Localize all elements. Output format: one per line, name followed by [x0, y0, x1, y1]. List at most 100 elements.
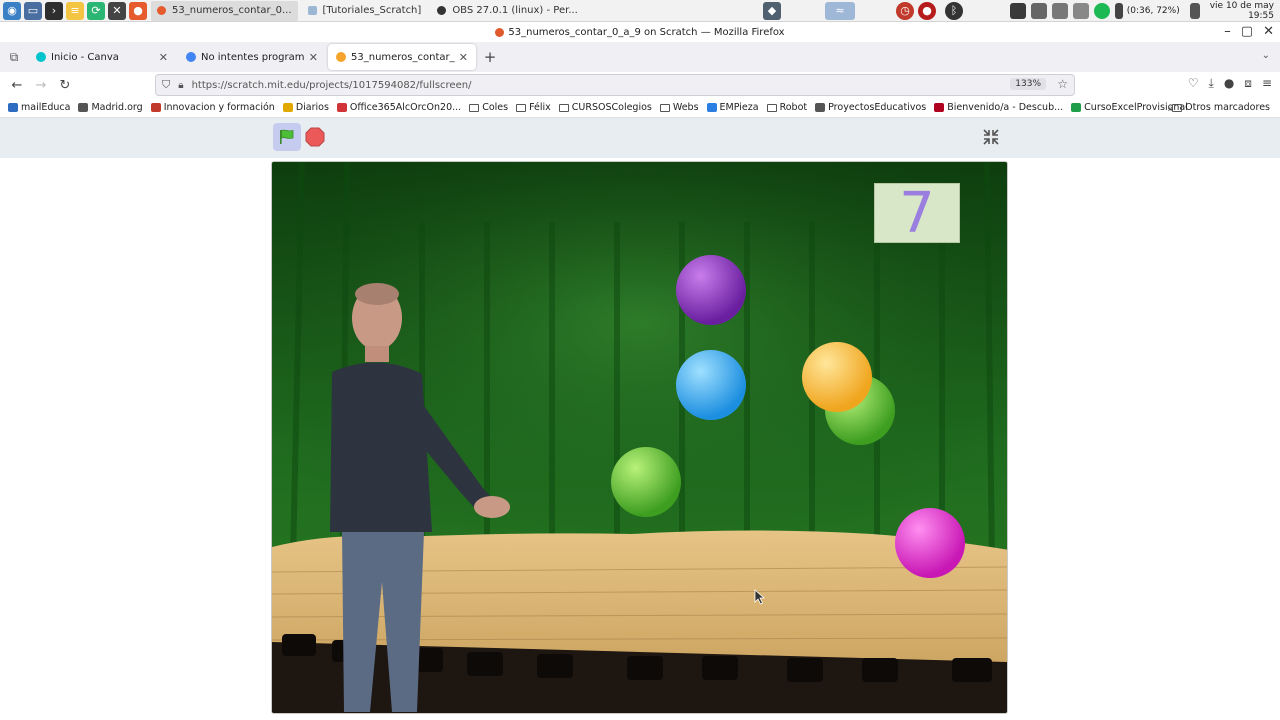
bookmark-label: Innovacion y formación	[163, 102, 275, 113]
wifi-icon[interactable]	[1051, 3, 1068, 19]
stage-controls	[0, 118, 1280, 158]
chevron-down-icon[interactable]: ⌄	[1262, 50, 1270, 61]
tab-canva[interactable]: Inicio - Canva ✕	[28, 44, 176, 70]
extensions-icon[interactable]: ⧈	[1244, 76, 1252, 91]
tab-scratch[interactable]: 53_numeros_contar_0_a ✕	[328, 44, 476, 70]
fish-app-icon[interactable]: ≈	[825, 1, 855, 20]
firefox-task-icon	[157, 6, 166, 15]
bookmark-label: CURSOSColegios	[571, 102, 652, 113]
timer-icon[interactable]: ◷	[896, 1, 914, 20]
close-window-icon[interactable]: ✕	[1263, 24, 1274, 39]
app-menu-icon[interactable]: ◉	[3, 1, 21, 20]
bookmark-star-icon[interactable]: ☆	[1057, 77, 1068, 91]
url-bar[interactable]: ⛉ 🔒︎ https://scratch.mit.edu/projects/10…	[155, 74, 1075, 96]
battery-icon[interactable]	[1114, 3, 1123, 19]
ball-sprite-magenta[interactable]	[895, 508, 965, 578]
bookmark-item[interactable]: Bienvenido/a - Descub...	[934, 102, 1063, 113]
canva-favicon-icon	[36, 52, 46, 62]
scratch-favicon-icon	[495, 27, 505, 37]
taskbar-task-label: [Tutoriales_Scratch]	[322, 5, 422, 16]
url-text[interactable]: https://scratch.mit.edu/projects/1017594…	[192, 80, 472, 91]
close-tab-icon[interactable]: ✕	[309, 51, 318, 64]
globe-favicon-icon	[186, 52, 196, 62]
bookmark-item[interactable]: ProyectosEducativos	[815, 102, 926, 113]
bookmark-favicon-icon	[815, 103, 826, 112]
bookmark-item[interactable]: EMPieza	[706, 102, 759, 113]
folder-task-icon	[307, 6, 317, 15]
ball-sprite-blue[interactable]	[676, 350, 746, 420]
bookmark-favicon-icon	[8, 103, 18, 112]
close-tab-icon[interactable]: ✕	[159, 51, 168, 64]
ball-sprite-purple[interactable]	[676, 255, 746, 325]
taskbar-task-folder[interactable]: [Tutoriales_Scratch]	[302, 1, 428, 21]
ball-sprite-green[interactable]	[611, 447, 681, 517]
bookmark-item[interactable]: Coles	[469, 102, 508, 113]
pocket-icon[interactable]: ♡	[1188, 76, 1199, 91]
window-titlebar[interactable]: 53_numeros_contar_0_a_9 on Scratch — Moz…	[0, 22, 1280, 42]
menu-icon[interactable]: ≡	[1262, 76, 1272, 91]
network-icon[interactable]	[1030, 3, 1047, 19]
bookmark-item[interactable]: Madrid.org	[78, 102, 143, 113]
stop-button[interactable]	[305, 127, 325, 147]
bookmark-item[interactable]: Félix	[516, 102, 551, 113]
clock[interactable]: vie 10 de may 19:55	[1200, 1, 1280, 21]
x-app-icon[interactable]: ✕	[108, 1, 126, 20]
taskbar-task-label: 53_numeros_contar_0...	[172, 5, 292, 16]
bookmark-item[interactable]: mailEduca	[8, 102, 70, 113]
sync-icon[interactable]: ⟳	[87, 1, 105, 20]
folder-icon	[1172, 103, 1183, 112]
tab-label: Inicio - Canva	[51, 51, 119, 63]
other-bookmarks-folder[interactable]: Otros marcadores	[1172, 102, 1270, 113]
green-flag-icon	[280, 129, 294, 144]
record-icon[interactable]: ●	[918, 1, 936, 20]
tracking-shield-icon[interactable]: ⛉	[162, 78, 170, 92]
update-icon[interactable]	[1072, 3, 1089, 19]
terminal-icon[interactable]: ›	[45, 1, 63, 20]
tab-label: 53_numeros_contar_0_a	[351, 51, 455, 63]
bookmark-item[interactable]: Diarios	[282, 102, 329, 113]
bookmark-item[interactable]: CURSOSColegios	[558, 102, 652, 113]
exit-fullscreen-icon	[983, 129, 999, 145]
bookmark-item[interactable]: Innovacion y formación	[150, 102, 275, 113]
volume-icon[interactable]	[1189, 3, 1200, 19]
bookmark-item[interactable]: Office365AlcOrcOn20...	[336, 102, 461, 113]
folder-icon	[558, 103, 569, 112]
tab-list-icon[interactable]: ⧉	[0, 50, 28, 65]
account-icon[interactable]: ●	[1224, 76, 1234, 91]
lock-icon[interactable]: 🔒︎	[178, 80, 183, 91]
green-flag-button[interactable]	[273, 123, 301, 151]
notes-icon[interactable]: ≡	[66, 1, 84, 20]
exit-fullscreen-button[interactable]	[980, 126, 1002, 148]
scratch-stage[interactable]: 7	[271, 161, 1008, 714]
spotify-icon[interactable]	[1093, 3, 1110, 19]
shield-app-icon[interactable]: ◆	[763, 1, 781, 20]
bookmark-item[interactable]: Robot	[766, 102, 807, 113]
maximize-icon[interactable]: ▢	[1241, 24, 1253, 39]
bookmark-label: Otros marcadores	[1185, 102, 1270, 113]
reload-icon[interactable]: ↻	[53, 78, 77, 93]
monitor-icon[interactable]	[1009, 3, 1026, 19]
forward-arrow-icon[interactable]: →	[29, 78, 53, 93]
ball-sprite-yellow[interactable]	[802, 342, 872, 412]
tab-no-intentes[interactable]: No intentes programar s ✕	[178, 44, 326, 70]
taskbar-task-firefox[interactable]: 53_numeros_contar_0...	[151, 0, 298, 21]
bookmark-favicon-icon	[282, 103, 293, 112]
bookmark-label: Félix	[529, 102, 551, 113]
back-arrow-icon[interactable]: ←	[5, 78, 29, 93]
desktop-icon[interactable]: ▭	[24, 1, 42, 20]
bluetooth-icon[interactable]: ᛒ	[945, 1, 963, 20]
close-tab-icon[interactable]: ✕	[459, 51, 468, 64]
taskbar-task-obs[interactable]: OBS 27.0.1 (linux) - Per...	[431, 1, 584, 21]
folder-icon	[766, 103, 777, 112]
bookmark-item[interactable]: Webs	[659, 102, 699, 113]
bookmark-label: Webs	[672, 102, 699, 113]
stop-sign-icon	[305, 127, 325, 147]
new-tab-button[interactable]: +	[478, 48, 502, 66]
minimize-icon[interactable]: –	[1224, 24, 1231, 39]
firefox-icon[interactable]: ●	[129, 1, 147, 20]
download-icon[interactable]: ⤓	[1209, 76, 1214, 91]
toolbar-right: ♡ ⤓ ● ⧈ ≡	[1188, 76, 1272, 91]
zoom-badge[interactable]: 133%	[1010, 78, 1046, 90]
os-taskbar: ◉ ▭ › ≡ ⟳ ✕ ● 53_numeros_contar_0... [Tu…	[0, 0, 1280, 22]
folder-icon	[659, 103, 670, 112]
